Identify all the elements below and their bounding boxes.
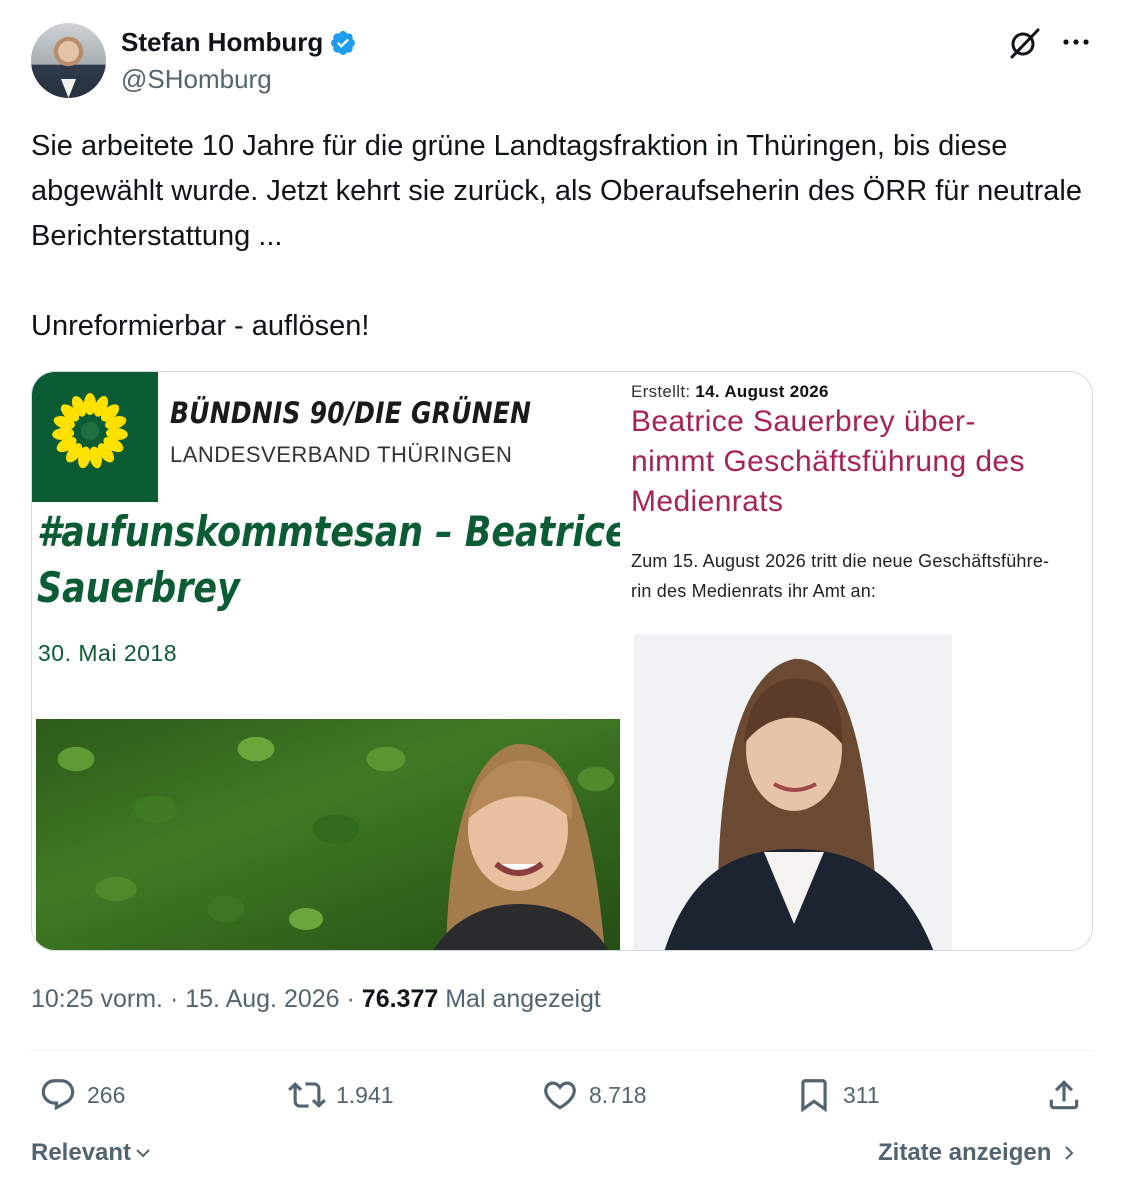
author-name-row[interactable]: Stefan Homburg [121, 27, 357, 58]
party-logo-box [32, 372, 158, 502]
retweet-icon [288, 1082, 326, 1108]
hashtag-title-line-1: #aufunskommtesan – Beatrice [37, 507, 629, 556]
author-handle[interactable]: @SHomburg [121, 64, 272, 95]
like-button[interactable]: 8.718 [541, 1076, 647, 1114]
tweet-date[interactable]: 15. Aug. 2026 [185, 985, 339, 1013]
created-label: Erstellt: [631, 382, 691, 401]
grok-icon[interactable] [1008, 26, 1042, 60]
media-right-panel[interactable]: Erstellt: 14. August 2026 Beatrice Sauer… [620, 372, 1092, 950]
like-icon [544, 1081, 576, 1110]
retweet-button[interactable]: 1.941 [288, 1076, 394, 1114]
person-portrait-icon [634, 634, 952, 950]
view-quotes-link[interactable]: Zitate anzeigen [878, 1139, 1079, 1167]
article-body: Zum 15. August 2026 tritt die neue Gesch… [631, 551, 1050, 601]
reply-button[interactable]: 266 [39, 1076, 125, 1114]
party-subtitle: LANDESVERBAND THÜRINGEN [170, 442, 513, 467]
tweet-time[interactable]: 10:25 vorm. [31, 985, 163, 1013]
article-headline: Beatrice Sauerbrey über- nimmt Geschäfts… [631, 405, 1025, 518]
retweet-count: 1.941 [336, 1081, 394, 1108]
party-name: BÜNDNIS 90/DIE GRÜNEN [170, 396, 532, 430]
share-icon [1049, 1080, 1079, 1110]
sunflower-logo-icon [52, 393, 128, 469]
photo-woman-portrait [634, 634, 952, 950]
chevron-right-icon [1065, 1146, 1074, 1160]
person-portrait-icon [433, 743, 609, 950]
created-date: 14. August 2026 [695, 382, 829, 401]
divider [31, 1050, 1093, 1051]
verified-badge-icon [331, 30, 356, 55]
bookmark-icon [801, 1079, 827, 1113]
reply-count: 266 [87, 1081, 126, 1108]
more-options-icon[interactable] [1059, 28, 1093, 56]
bookmark-count: 311 [843, 1081, 880, 1108]
sort-dropdown[interactable]: Relevant [31, 1139, 153, 1167]
share-button[interactable] [1045, 1076, 1083, 1114]
chevron-down-icon [136, 1149, 150, 1158]
tweet-media[interactable]: BÜNDNIS 90/DIE GRÜNEN LANDESVERBAND THÜR… [31, 371, 1093, 951]
article-date: 30. Mai 2018 [38, 640, 177, 666]
meta-separator: · [169, 985, 179, 1013]
meta-separator: · [346, 985, 355, 1013]
tweet-meta: 10:25 vorm. · 15. Aug. 2026 · 76.377 Mal… [31, 985, 601, 1014]
reply-icon [41, 1079, 75, 1111]
author-name[interactable]: Stefan Homburg [121, 27, 323, 58]
bookmark-button[interactable]: 311 [795, 1076, 880, 1114]
tweet-paragraph-1: Sie arbeitete 10 Jahre für die grüne Lan… [31, 130, 1091, 252]
author-avatar[interactable] [31, 23, 106, 98]
tweet-paragraph-2: Unreformierbar - auflösen! [31, 310, 370, 342]
hashtag-title-line-2: Sauerbrey [37, 563, 240, 612]
media-left-panel[interactable]: BÜNDNIS 90/DIE GRÜNEN LANDESVERBAND THÜR… [32, 372, 629, 950]
quotes-label: Zitate anzeigen [878, 1139, 1052, 1166]
photo-woman-in-foliage [36, 719, 620, 950]
created-info: Erstellt: 14. August 2026 [631, 382, 829, 402]
tweet-text: Sie arbeitete 10 Jahre für die grüne Lan… [31, 124, 1091, 349]
views-label: Mal angezeigt [445, 985, 601, 1013]
views-count: 76.377 [361, 985, 439, 1013]
like-count: 8.718 [589, 1081, 647, 1108]
sort-label: Relevant [31, 1139, 132, 1166]
